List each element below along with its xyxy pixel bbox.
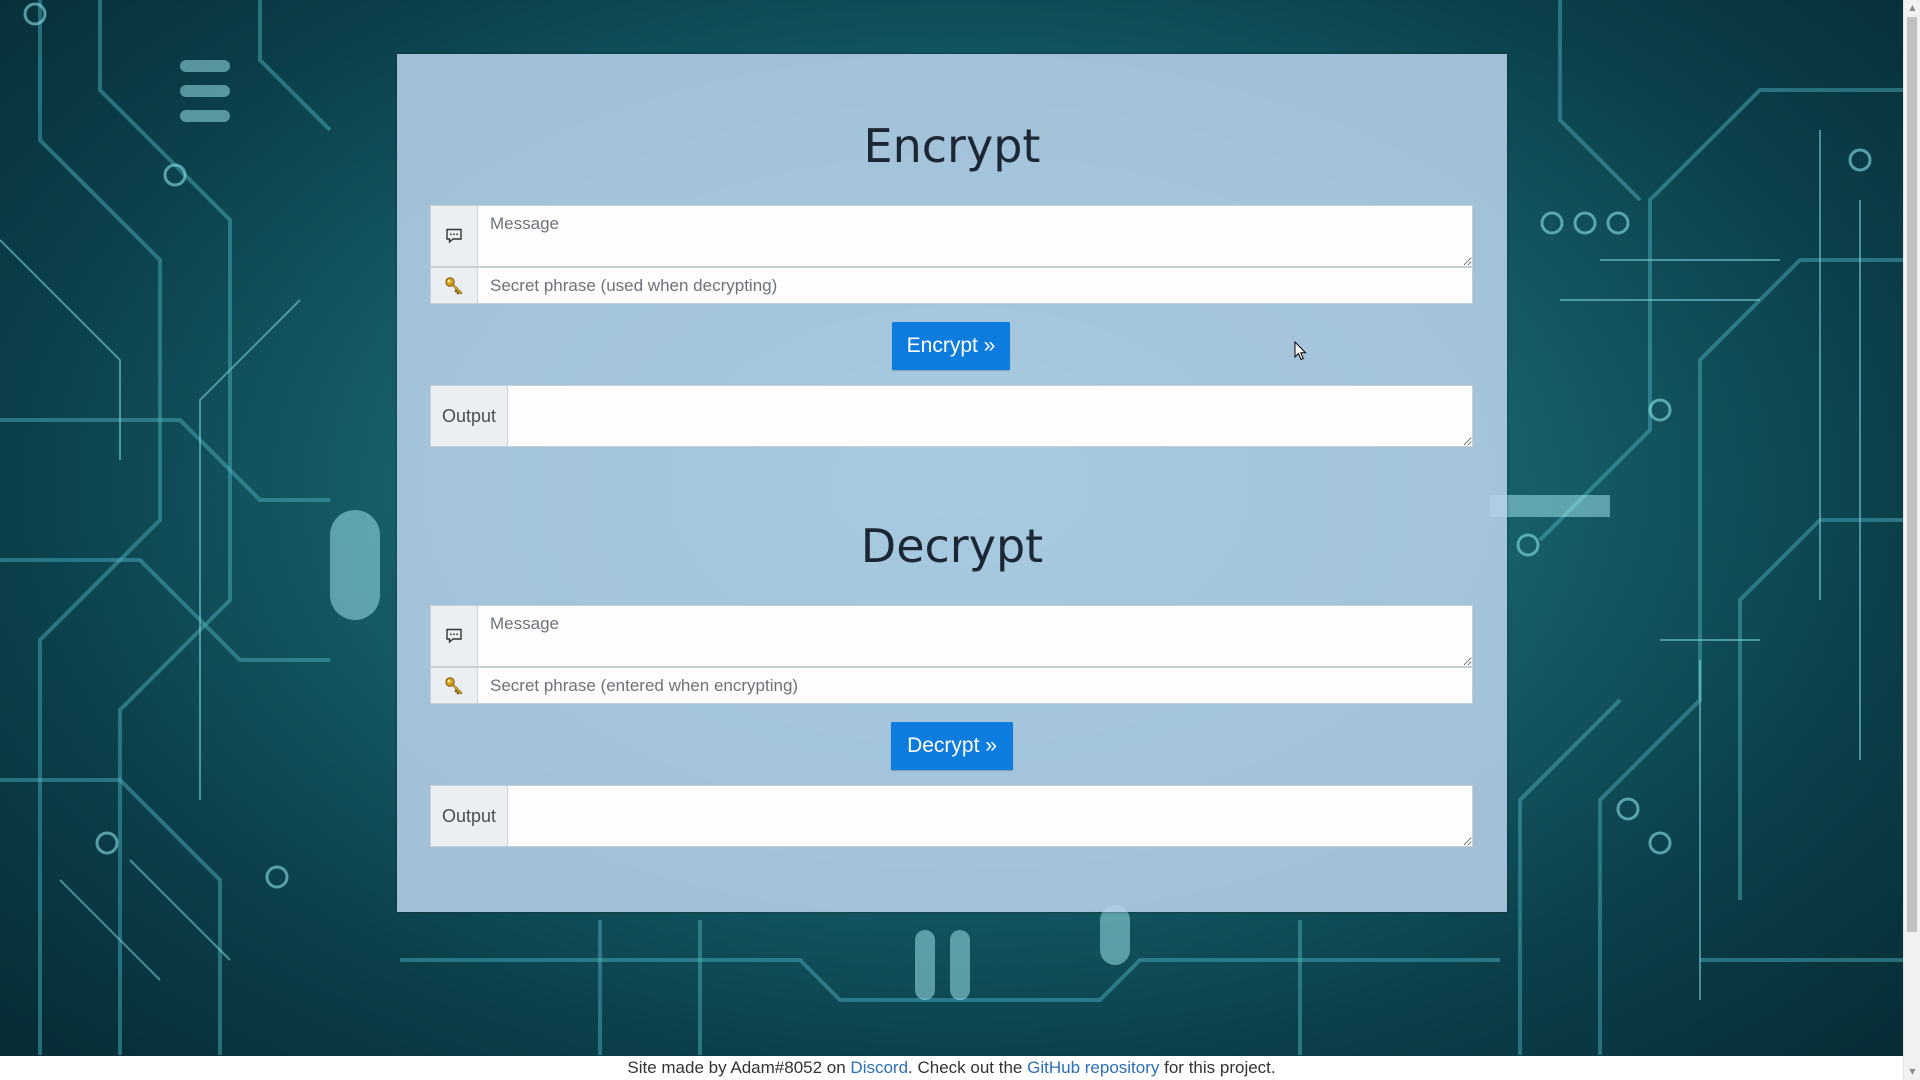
decrypt-output-field[interactable] (508, 786, 1472, 846)
scroll-thumb[interactable] (1907, 17, 1917, 932)
footer-text-3: for this project. (1159, 1058, 1276, 1077)
decrypt-output-label: Output (431, 786, 508, 846)
github-repository-link[interactable]: GitHub repository (1027, 1058, 1159, 1077)
decrypt-heading: Decrypt (860, 519, 1044, 573)
encrypt-secret-input[interactable] (478, 268, 1472, 303)
footer-text-2: . Check out the (908, 1058, 1028, 1077)
scroll-up-arrow-icon[interactable]: ▲ (1904, 0, 1920, 16)
footer-text-1: Site made by Adam#8052 on (627, 1058, 851, 1077)
mouse-cursor-icon (1294, 341, 1307, 361)
encrypt-secret-group (430, 267, 1473, 304)
main-panel: Encrypt Encrypt » Output Decrypt Decrypt… (397, 54, 1507, 912)
speech-bubble-icon (431, 606, 478, 666)
vertical-scrollbar[interactable]: ▲ ▼ (1903, 0, 1920, 1080)
speech-bubble-icon (431, 206, 478, 266)
discord-link[interactable]: Discord (850, 1058, 908, 1077)
encrypt-button[interactable]: Encrypt » (892, 322, 1010, 370)
decrypt-message-input[interactable] (478, 606, 1472, 666)
decrypt-button[interactable]: Decrypt » (891, 722, 1013, 770)
decrypt-message-group (430, 605, 1473, 667)
scroll-down-arrow-icon[interactable]: ▼ (1904, 1064, 1920, 1080)
decrypt-output-group: Output (430, 785, 1473, 847)
encrypt-output-group: Output (430, 385, 1473, 447)
encrypt-output-label: Output (431, 386, 508, 446)
decrypt-secret-group (430, 667, 1473, 704)
encrypt-heading: Encrypt (863, 119, 1041, 173)
decrypt-secret-input[interactable] (478, 668, 1472, 703)
footer: Site made by Adam#8052 on Discord. Check… (0, 1056, 1903, 1080)
encrypt-output-field[interactable] (508, 386, 1472, 446)
key-icon (431, 268, 478, 303)
encrypt-message-input[interactable] (478, 206, 1472, 266)
encrypt-message-group (430, 205, 1473, 267)
key-icon (431, 668, 478, 703)
